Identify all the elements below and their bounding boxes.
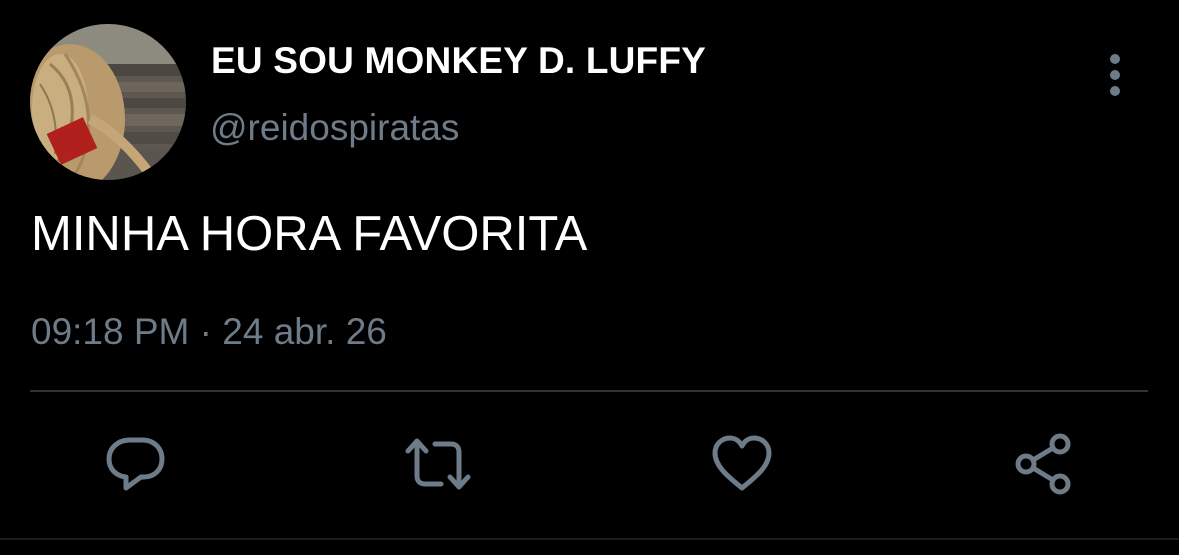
meta-separator: ·: [199, 311, 212, 352]
reply-button[interactable]: [104, 432, 168, 496]
bottom-divider: [0, 538, 1179, 540]
author-handle[interactable]: @reidospiratas: [210, 107, 459, 149]
divider: [30, 390, 1148, 392]
more-dot: [1110, 86, 1120, 96]
like-button[interactable]: [710, 432, 774, 496]
reply-icon: [106, 437, 165, 491]
tweet-text: MINHA HORA FAVORITA: [31, 207, 588, 261]
more-options-button[interactable]: [1098, 52, 1132, 98]
tweet-date: 24 abr. 26: [222, 311, 387, 352]
more-vertical-icon: [1110, 54, 1120, 64]
tweet-time: 09:18 PM: [31, 311, 190, 352]
author-display-name[interactable]: EU SOU MONKEY D. LUFFY: [211, 40, 706, 82]
tweet-timestamp[interactable]: 09:18 PM · 24 abr. 26: [31, 311, 387, 353]
share-button[interactable]: [1012, 432, 1076, 496]
share-icon: [1015, 433, 1071, 495]
heart-icon: [712, 435, 772, 491]
avatar[interactable]: [30, 24, 186, 180]
retweet-button[interactable]: [404, 432, 471, 496]
more-dot: [1110, 70, 1120, 80]
retweet-icon: [405, 438, 471, 490]
straw-hat-avatar-image: [30, 24, 186, 180]
tweet-card: EU SOU MONKEY D. LUFFY @reidospiratas MI…: [0, 0, 1179, 555]
